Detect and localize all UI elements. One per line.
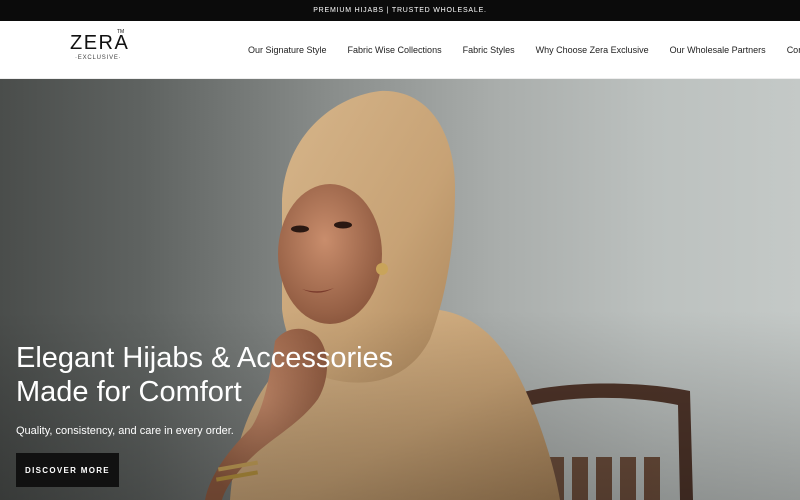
hero-banner: Elegant Hijabs & Accessories Made for Co… [0,79,800,500]
nav-item-contact[interactable]: Contact [787,45,800,55]
main-nav: Our Signature Style Fabric Wise Collecti… [248,21,800,79]
brand-tagline: ·EXCLUSIVE· [75,55,122,61]
nav-item-why-choose[interactable]: Why Choose Zera Exclusive [536,45,649,55]
announcement-text: PREMIUM HIJABS | TRUSTED WHOLESALE. [313,7,487,14]
trademark-mark: TM [117,29,125,35]
nav-item-fabric-styles[interactable]: Fabric Styles [463,45,515,55]
hero-subheading: Quality, consistency, and care in every … [16,425,234,437]
nav-item-fabric-wise-collections[interactable]: Fabric Wise Collections [348,45,442,55]
nav-item-wholesale-partners[interactable]: Our Wholesale Partners [670,45,766,55]
hero-heading: Elegant Hijabs & Accessories Made for Co… [16,342,394,408]
brand-logo[interactable]: ZERA TM ·EXCLUSIVE· [66,29,130,73]
brand-name: ZERA [70,32,130,54]
announcement-bar: PREMIUM HIJABS | TRUSTED WHOLESALE. [0,0,800,21]
nav-item-signature-style[interactable]: Our Signature Style [248,45,327,55]
discover-more-button[interactable]: DISCOVER MORE [16,453,119,487]
site-header: ZERA TM ·EXCLUSIVE· Our Signature Style … [0,21,800,79]
